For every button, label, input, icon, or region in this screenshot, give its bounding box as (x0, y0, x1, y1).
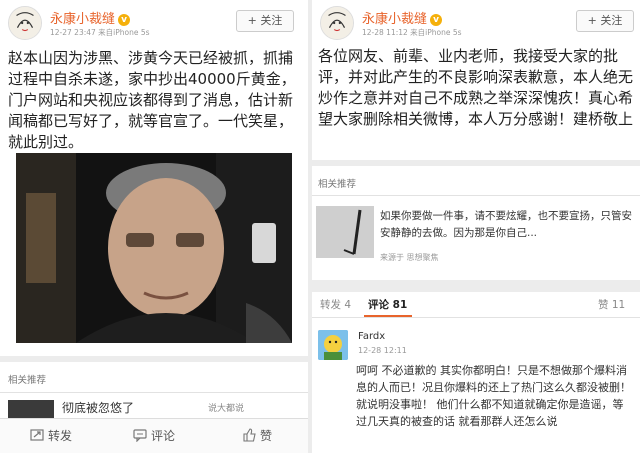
repost-button[interactable]: 转发 (0, 419, 102, 453)
post-header: 永康小裁缝 v 12-28 11:12 来自iPhone 5s + 关注 (312, 0, 640, 40)
cartoon-avatar-icon (318, 330, 348, 360)
related-snippet: 彻底被忽悠了 (62, 401, 135, 415)
related-card[interactable]: 彻底被忽悠了 说大都说 (0, 396, 308, 420)
divider (312, 280, 640, 292)
username[interactable]: 永康小裁缝 v (362, 8, 443, 27)
post-text: 各位网友、前辈、业内老师，我接受大家的批评，并对此产生的不良影响深表歉意，本人绝… (318, 47, 634, 128)
post-header: 永康小裁缝 v 12-27 23:47 来自iPhone 5s + 关注 (0, 0, 308, 40)
related-thumbnail (316, 206, 374, 258)
interaction-tabs: 转发 4 评论 81 赞 11 (312, 292, 640, 318)
like-button[interactable]: 赞 (206, 419, 308, 453)
verified-badge-icon: v (118, 14, 131, 26)
avatar-drawing-icon (9, 7, 41, 39)
follow-button[interactable]: + 关注 (576, 10, 634, 32)
comment-icon (133, 429, 147, 443)
related-title: 相关推荐 (318, 179, 357, 190)
post-meta: 12-28 11:12 来自iPhone 5s (362, 28, 462, 37)
follow-button[interactable]: + 关注 (236, 10, 294, 32)
related-title: 相关推荐 (8, 375, 47, 386)
divider (312, 195, 640, 196)
tab-comment[interactable]: 评论 81 (368, 297, 407, 312)
tab-like[interactable]: 赞 11 (598, 297, 625, 312)
related-source: 来源于 思想聚焦 (380, 253, 439, 262)
related-snippet: 说大都说 (208, 404, 245, 414)
active-tab-indicator (364, 315, 412, 317)
related-card[interactable]: 如果你要做一件事，请不要炫耀，也不要宣扬，只管安安静静的去做。因为那是你自己..… (312, 200, 640, 270)
comment-button[interactable]: 评论 (103, 419, 205, 453)
divider (312, 160, 640, 166)
comment-time: 12-28 12:11 (358, 346, 407, 355)
like-icon (243, 428, 256, 442)
commenter-name[interactable]: Fardx (358, 331, 385, 342)
related-thumbnail (8, 400, 54, 420)
avatar-drawing-icon (321, 7, 353, 39)
post-photo[interactable] (16, 153, 292, 343)
user-avatar[interactable] (8, 6, 42, 40)
related-text: 如果你要做一件事，请不要炫耀，也不要宣扬，只管安安静静的去做。因为那是你自己..… (380, 210, 632, 239)
divider (0, 356, 308, 362)
tab-repost[interactable]: 转发 4 (320, 297, 351, 312)
divider (0, 392, 308, 393)
right-weibo-post: 永康小裁缝 v 12-28 11:12 来自iPhone 5s + 关注 各位网友… (312, 0, 640, 453)
post-meta: 12-27 23:47 来自iPhone 5s (50, 28, 150, 37)
left-weibo-post: 永康小裁缝 v 12-27 23:47 来自iPhone 5s + 关注 赵本山因… (0, 0, 308, 453)
comment-text: 呵呵 不必道歉的 其实你都明白！只是不想做那个爆料消息的人而已！况且你爆料的还上… (356, 364, 631, 428)
verified-badge-icon: v (430, 14, 443, 26)
action-bar: 转发 评论 赞 (0, 418, 308, 453)
repost-icon (30, 429, 44, 441)
dancer-photo-icon (316, 206, 374, 258)
post-text: 赵本山因为涉黑、涉黄今天已经被抓，抓捕过程中自杀未遂，家中抄出40000斤黄金，… (8, 49, 296, 151)
username[interactable]: 永康小裁缝 v (50, 8, 131, 27)
commenter-avatar[interactable] (318, 330, 348, 360)
user-avatar[interactable] (320, 6, 354, 40)
man-photo-icon (16, 153, 292, 343)
